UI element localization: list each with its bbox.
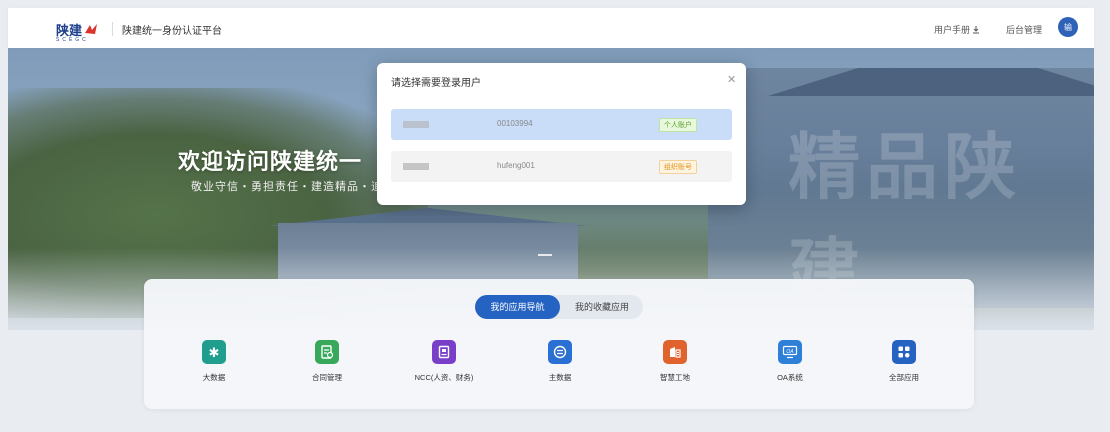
document-icon [432,340,456,364]
snowflake-icon: ✱ [202,340,226,364]
app-label: 主数据 [548,373,572,382]
app-smart-site[interactable]: 智慧工地 [635,340,715,383]
account-id: 00103994 [497,119,533,128]
brand-logo[interactable]: 陕建 [56,20,98,38]
app-label: NCC(人资、财务) [414,373,474,382]
tab-favorite-apps[interactable]: 我的收藏应用 [561,295,643,319]
database-icon [548,340,572,364]
account-select-modal: 请选择需要登录用户 ✕ 00103994 个人账户 hufeng001 组织账号 [377,63,746,205]
user-manual-link[interactable]: 用户手册 [934,23,980,36]
app-ncc[interactable]: NCC(人资、财务) [404,340,484,383]
account-type-badge: 组织账号 [659,160,697,174]
app-master-data[interactable]: 主数据 [520,340,600,383]
user-avatar[interactable]: 输 [1058,17,1078,37]
app-label: 合同管理 [312,373,342,382]
app-all-apps[interactable]: 全部应用 [864,340,944,383]
logo-swoosh-icon [85,24,98,34]
app-navigation-panel: 我的应用导航 我的收藏应用 ✱ 大数据 合同管理 NCC(人资、财务) 主数据 … [144,279,974,409]
slogan-text: 敬业守信・勇担责任・建造精品・追 [191,181,383,193]
app-title: 陕建统一身份认证平台 [122,26,222,37]
app-label: 智慧工地 [660,373,690,382]
user-manual-label: 用户手册 [934,25,971,35]
download-icon [973,25,980,33]
app-label: OA系统 [777,373,803,382]
logo-text: 陕建 [56,22,83,38]
contract-icon [315,340,339,364]
app-label: 全部应用 [889,373,919,382]
login-page: 陕建 SCEGC 陕建统一身份认证平台 用户手册 后台管理 输 精品陕建 欢迎访… [0,0,1110,432]
tab-my-apps[interactable]: 我的应用导航 [475,295,560,319]
admin-link[interactable]: 后台管理 [1006,23,1042,36]
app-label: 大数据 [202,373,226,382]
logo-subtext: SCEGC [56,37,89,43]
oa-monitor-icon: OA [778,340,802,364]
account-row-org[interactable]: hufeng001 组织账号 [391,151,732,182]
account-row-personal[interactable]: 00103994 个人账户 [391,109,732,140]
app-big-data[interactable]: ✱ 大数据 [174,340,254,383]
app-tabs: 我的应用导航 我的收藏应用 [475,295,643,319]
header-divider [112,22,113,36]
top-header: 陕建 SCEGC 陕建统一身份认证平台 用户手册 后台管理 输 [8,8,1094,48]
carousel-indicator[interactable] [538,254,552,256]
welcome-heading: 欢迎访问陕建统一 [178,149,363,174]
account-id: hufeng001 [497,161,535,170]
app-oa-system[interactable]: OA OA系统 [750,340,830,383]
account-name-redacted [403,163,429,170]
app-contract-management[interactable]: 合同管理 [287,340,367,383]
close-icon[interactable]: ✕ [727,73,736,86]
building-roof-shape [768,68,1094,96]
grid-icon [892,340,916,364]
account-name-redacted [403,121,429,128]
account-type-badge: 个人账户 [659,118,697,132]
svg-text:OA: OA [786,349,794,355]
building-icon [663,340,687,364]
modal-title: 请选择需要登录用户 [391,78,481,89]
